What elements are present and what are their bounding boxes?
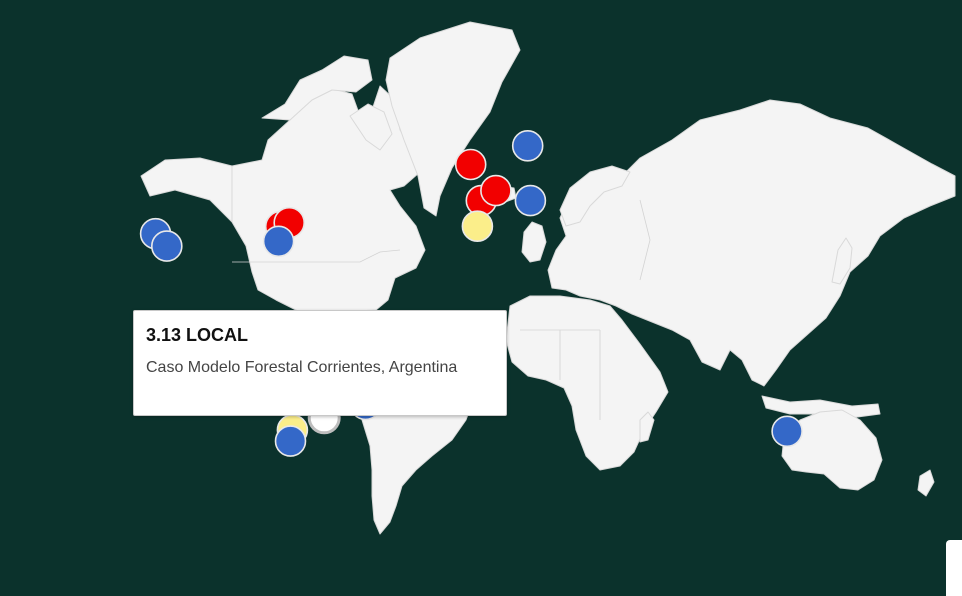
map-marker-red[interactable] bbox=[454, 148, 487, 181]
world-map-canvas[interactable] bbox=[0, 0, 962, 596]
map-marker-blue[interactable] bbox=[274, 425, 307, 457]
corner-panel[interactable] bbox=[946, 540, 962, 596]
map-marker-blue[interactable] bbox=[511, 130, 544, 162]
tooltip-description: Caso Modelo Forestal Corrientes, Argenti… bbox=[146, 359, 458, 376]
map-marker-blue[interactable] bbox=[514, 184, 547, 217]
land-new-zealand bbox=[917, 469, 935, 497]
map-marker-yellow[interactable] bbox=[461, 210, 494, 242]
map-marker-blue[interactable] bbox=[262, 225, 295, 258]
location-tooltip: 3.13 LOCAL Caso Modelo Forestal Corrient… bbox=[133, 310, 507, 416]
map-marker-blue[interactable] bbox=[771, 415, 803, 448]
land-british-isles bbox=[521, 221, 547, 263]
world-map[interactable]: 3.13 LOCAL Caso Modelo Forestal Corrient… bbox=[0, 0, 962, 596]
map-marker-blue[interactable] bbox=[151, 230, 183, 262]
land-africa bbox=[505, 295, 669, 471]
map-marker-red[interactable] bbox=[480, 174, 512, 207]
tooltip-title: 3.13 LOCAL bbox=[146, 325, 249, 345]
land-layer bbox=[140, 21, 956, 535]
